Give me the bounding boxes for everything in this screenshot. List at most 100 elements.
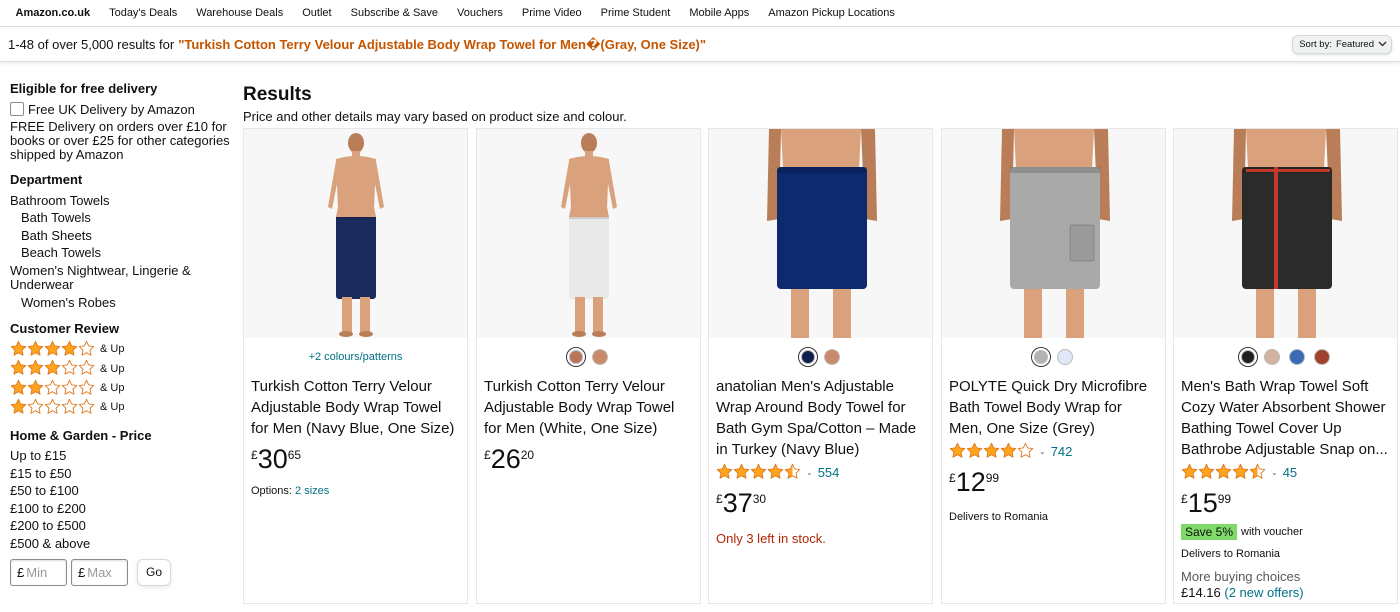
colour-swatches bbox=[1181, 338, 1390, 376]
nav-mobile-apps[interactable]: Mobile Apps bbox=[680, 7, 759, 19]
department-item-womens-nightwear[interactable]: Women's Nightwear, Lingerie & Underwear bbox=[10, 263, 232, 292]
colour-swatch[interactable] bbox=[592, 349, 608, 365]
review-count[interactable]: 45 bbox=[1283, 465, 1297, 480]
free-delivery-label[interactable]: Free UK Delivery by Amazon bbox=[28, 101, 195, 119]
sort-dropdown[interactable]: Sort by: Featured bbox=[1292, 35, 1392, 54]
product-image[interactable] bbox=[477, 129, 700, 338]
product-title[interactable]: Turkish Cotton Terry Velour Adjustable B… bbox=[251, 376, 460, 439]
price-whole: 26 bbox=[490, 444, 521, 474]
department-item-bath-sheets[interactable]: Bath Sheets bbox=[10, 227, 232, 245]
colour-swatch[interactable] bbox=[824, 349, 840, 365]
star-icon bbox=[1017, 442, 1034, 461]
product-rating: ⌄ 742 bbox=[949, 441, 1158, 462]
star-rating[interactable] bbox=[10, 359, 95, 380]
product-image[interactable] bbox=[244, 129, 467, 338]
colour-swatch[interactable] bbox=[1034, 350, 1048, 364]
chevron-down-icon[interactable]: ⌄ bbox=[1271, 468, 1278, 477]
price-range-200-500[interactable]: £200 to £500 bbox=[10, 517, 232, 535]
delivery-heading: Eligible for free delivery bbox=[10, 81, 158, 96]
product-image[interactable] bbox=[1174, 129, 1397, 338]
colour-swatch[interactable] bbox=[1264, 349, 1280, 365]
voucher-offer[interactable]: Save 5% with voucher bbox=[1181, 524, 1390, 540]
rating-stars[interactable] bbox=[716, 463, 801, 482]
review-filter-2-stars[interactable]: & Up bbox=[10, 379, 232, 398]
nav-pickup-locations[interactable]: Amazon Pickup Locations bbox=[759, 7, 905, 19]
star-rating[interactable] bbox=[10, 398, 95, 419]
review-filter-4-stars[interactable]: & Up bbox=[10, 340, 232, 361]
product-card[interactable]: Turkish Cotton Terry Velour Adjustable B… bbox=[476, 128, 701, 604]
product-title[interactable]: Men's Bath Wrap Towel Soft Cozy Water Ab… bbox=[1181, 376, 1390, 460]
star-icon bbox=[78, 398, 95, 419]
product-image[interactable] bbox=[942, 129, 1165, 338]
product-image[interactable] bbox=[709, 129, 932, 338]
colour-swatch[interactable] bbox=[569, 350, 583, 364]
new-offers-link[interactable]: (2 new offers) bbox=[1224, 585, 1303, 600]
price-range-50-100[interactable]: £50 to £100 bbox=[10, 482, 232, 500]
product-rating: ⌄ 45 bbox=[1181, 462, 1390, 483]
nav-vouchers[interactable]: Vouchers bbox=[448, 7, 513, 19]
department-item-beach-towels[interactable]: Beach Towels bbox=[10, 244, 232, 262]
nav-prime-video[interactable]: Prime Video bbox=[512, 7, 591, 19]
nav-home-link[interactable]: Amazon.co.uk bbox=[6, 7, 100, 19]
star-icon bbox=[78, 379, 95, 400]
rating-stars[interactable] bbox=[949, 442, 1034, 461]
chevron-down-icon[interactable]: ⌄ bbox=[1039, 447, 1046, 456]
and-up-label: & Up bbox=[100, 401, 125, 414]
price-range-500-above[interactable]: £500 & above bbox=[10, 535, 232, 553]
department-item-bath-towels[interactable]: Bath Towels bbox=[10, 209, 232, 227]
rating-stars[interactable] bbox=[1181, 463, 1266, 482]
colour-swatch[interactable] bbox=[1241, 350, 1255, 364]
product-price[interactable]: £12 99 bbox=[949, 467, 1158, 499]
product-price[interactable]: £30 65 bbox=[251, 444, 460, 476]
star-icon bbox=[10, 379, 27, 400]
department-item-womens-robes[interactable]: Women's Robes bbox=[10, 294, 232, 312]
review-filter: Customer Review & Up & Up & Up & Up bbox=[10, 320, 232, 418]
colour-swatch[interactable] bbox=[1057, 349, 1073, 365]
star-icon bbox=[1249, 463, 1266, 482]
department-item-bathroom-towels[interactable]: Bathroom Towels bbox=[10, 192, 232, 210]
price-range-100-200[interactable]: £100 to £200 bbox=[10, 500, 232, 518]
review-filter-1-stars[interactable]: & Up bbox=[10, 398, 232, 417]
product-card[interactable]: POLYTE Quick Dry Microfibre Bath Towel B… bbox=[941, 128, 1166, 604]
max-price-input[interactable]: £ Max bbox=[71, 559, 128, 587]
nav-subscribe-save[interactable]: Subscribe & Save bbox=[341, 7, 447, 19]
price-fraction: 99 bbox=[1217, 492, 1232, 506]
price-range-15-50[interactable]: £15 to £50 bbox=[10, 465, 232, 483]
price-whole: 30 bbox=[257, 444, 288, 474]
free-delivery-option[interactable]: Free UK Delivery by Amazon bbox=[10, 101, 232, 119]
product-title[interactable]: anatolian Men's Adjustable Wrap Around B… bbox=[716, 376, 925, 460]
star-icon bbox=[44, 359, 61, 380]
colour-swatch[interactable] bbox=[1314, 349, 1330, 365]
star-rating[interactable] bbox=[10, 379, 95, 400]
product-title[interactable]: Turkish Cotton Terry Velour Adjustable B… bbox=[484, 376, 693, 439]
product-price[interactable]: £26 20 bbox=[484, 444, 693, 476]
price-go-button[interactable]: Go bbox=[137, 559, 171, 587]
top-nav: Amazon.co.uk Today's Deals Warehouse Dea… bbox=[0, 0, 1400, 27]
min-price-input[interactable]: £ Min bbox=[10, 559, 67, 587]
nav-todays-deals[interactable]: Today's Deals bbox=[100, 7, 187, 19]
star-rating[interactable] bbox=[10, 340, 95, 361]
chevron-down-icon[interactable]: ⌄ bbox=[806, 468, 813, 477]
product-card[interactable]: +2 colours/patterns Turkish Cotton Terry … bbox=[243, 128, 468, 604]
price-heading: Home & Garden - Price bbox=[10, 427, 152, 443]
free-delivery-checkbox[interactable] bbox=[10, 102, 24, 117]
product-title[interactable]: POLYTE Quick Dry Microfibre Bath Towel B… bbox=[949, 376, 1158, 439]
sizes-link[interactable]: 2 sizes bbox=[295, 485, 329, 497]
colour-swatch[interactable] bbox=[1289, 349, 1305, 365]
nav-warehouse-deals[interactable]: Warehouse Deals bbox=[187, 7, 293, 19]
star-icon bbox=[27, 379, 44, 400]
nav-outlet[interactable]: Outlet bbox=[293, 7, 341, 19]
product-price[interactable]: £15 99 bbox=[1181, 488, 1390, 520]
colour-swatch[interactable] bbox=[801, 350, 815, 364]
review-count[interactable]: 742 bbox=[1051, 444, 1073, 459]
search-query: "Turkish Cotton Terry Velour Adjustable … bbox=[178, 36, 707, 52]
review-count[interactable]: 554 bbox=[818, 465, 840, 480]
product-card[interactable]: Men's Bath Wrap Towel Soft Cozy Water Ab… bbox=[1173, 128, 1398, 604]
nav-prime-student[interactable]: Prime Student bbox=[591, 7, 680, 19]
colour-options-link[interactable]: +2 colours/patterns bbox=[251, 338, 460, 376]
price-range-up-to-15[interactable]: Up to £15 bbox=[10, 447, 232, 465]
review-filter-3-stars[interactable]: & Up bbox=[10, 360, 232, 379]
product-price[interactable]: £37 30 bbox=[716, 488, 925, 520]
product-card[interactable]: anatolian Men's Adjustable Wrap Around B… bbox=[708, 128, 933, 604]
results-title: Results bbox=[243, 84, 312, 105]
